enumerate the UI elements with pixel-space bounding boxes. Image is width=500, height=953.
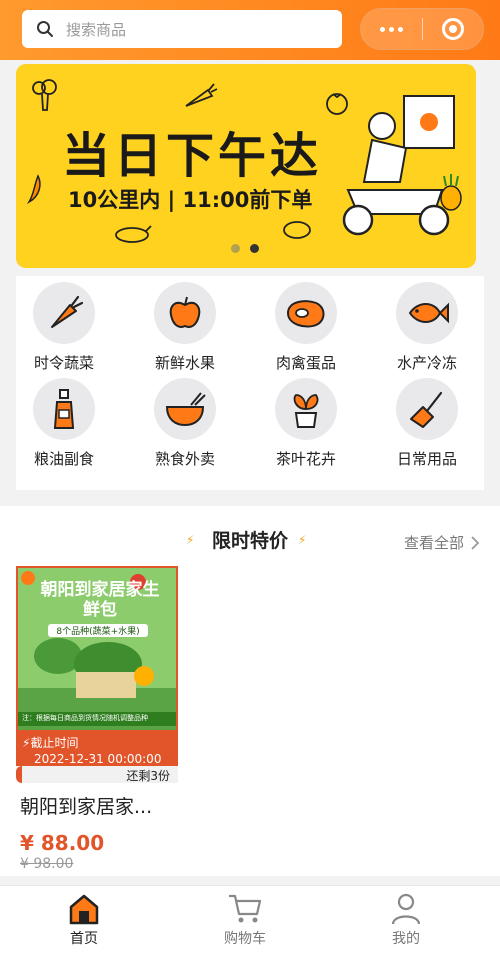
bowl-icon xyxy=(154,378,216,440)
potted-plant-icon xyxy=(275,378,337,440)
category-item-fruits[interactable]: 新鲜水果 xyxy=(130,282,240,382)
product-name[interactable]: 朝阳到家居家... xyxy=(20,792,152,819)
category-label: 茶叶花卉 xyxy=(275,450,336,468)
fish-icon xyxy=(396,282,458,344)
more-dots-icon xyxy=(379,26,403,32)
category-item-seafood-frozen[interactable]: 水产冷冻 xyxy=(372,282,482,382)
category-item-daily-goods[interactable]: 日常用品 xyxy=(372,378,482,478)
apple-icon xyxy=(154,282,216,344)
deadline-box: ⚡截止时间 2022-12-31 00:00:00 xyxy=(16,732,178,766)
chili-doodle-icon xyxy=(26,174,41,204)
category-label: 日常用品 xyxy=(396,450,457,468)
pager-dot-active[interactable] xyxy=(250,244,259,253)
tab-home[interactable]: 首页 xyxy=(44,892,124,948)
promo-banner[interactable]: 当日下午达 10公里内 | 11:00前下单 xyxy=(16,64,476,268)
oil-bottle-icon xyxy=(33,378,95,440)
more-menu-button[interactable] xyxy=(361,9,422,49)
category-item-tea-flowers[interactable]: 茶叶花卉 xyxy=(251,378,361,478)
category-item-grain-oil[interactable]: 粮油副食 xyxy=(9,378,119,478)
banner-headline: 当日下午达 xyxy=(62,128,323,184)
product-image: 朝阳到家居家生鲜包 8个品种(蔬菜+水果) 注：根据每日商品到货情况随机调整品种 xyxy=(16,566,178,732)
deadline-label: 截止时间 xyxy=(30,736,79,750)
broccoli-icon xyxy=(32,79,57,111)
category-label: 时令蔬菜 xyxy=(33,354,94,372)
product-original-price: ¥ 98.00 xyxy=(20,856,74,872)
pager-dot[interactable] xyxy=(231,244,240,253)
target-circle-icon xyxy=(441,18,464,40)
stock-indicator: 还剩3份 xyxy=(16,766,178,783)
product-image-subtitle: 8个品种(蔬菜+水果) xyxy=(48,624,148,637)
tab-label: 首页 xyxy=(70,931,98,947)
category-label: 水产冷冻 xyxy=(396,354,457,372)
bottom-tab-bar: 首页 购物车 我的 xyxy=(0,885,500,953)
product-card[interactable]: 朝阳到家居家生鲜包 8个品种(蔬菜+水果) 注：根据每日商品到货情况随机调整品种… xyxy=(16,566,178,783)
tab-cart[interactable]: 购物车 xyxy=(205,892,285,948)
lightning-icon: ⚡ xyxy=(298,533,307,547)
close-miniprogram-button[interactable] xyxy=(423,9,484,49)
tab-label: 购物车 xyxy=(224,931,266,947)
category-label: 肉禽蛋品 xyxy=(275,354,336,372)
product-price: ¥ 88.00 xyxy=(20,831,105,855)
eggplant-doodle-icon xyxy=(115,225,152,243)
tab-profile[interactable]: 我的 xyxy=(366,892,446,948)
category-label: 熟食外卖 xyxy=(154,450,215,468)
broom-icon xyxy=(396,378,458,440)
search-input[interactable]: 搜索商品 xyxy=(22,10,342,48)
search-placeholder: 搜索商品 xyxy=(66,20,127,39)
user-icon xyxy=(391,893,421,925)
search-icon xyxy=(37,21,53,37)
category-item-meat-eggs[interactable]: 肉禽蛋品 xyxy=(251,282,361,382)
home-icon xyxy=(69,894,99,925)
view-all-label: 查看全部 xyxy=(403,534,464,552)
view-all-link[interactable]: 查看全部 xyxy=(404,532,480,553)
potato-doodle-icon xyxy=(283,221,311,239)
cart-icon xyxy=(229,894,262,923)
miniprogram-capsule xyxy=(360,8,484,50)
category-label: 新鲜水果 xyxy=(154,354,215,372)
category-item-deli-takeout[interactable]: 熟食外卖 xyxy=(130,378,240,478)
chevron-right-icon xyxy=(471,535,480,550)
carrot-doodle-icon xyxy=(185,83,218,107)
stock-remaining: 还剩3份 xyxy=(126,769,170,783)
banner-pager xyxy=(231,244,259,253)
meat-icon xyxy=(275,282,337,344)
category-grid: 时令蔬菜 新鲜水果 肉禽蛋品 水产冷冻 粮油副食 熟食外卖 茶叶花卉 日常用品 xyxy=(16,276,484,490)
carrot-icon xyxy=(33,282,95,344)
stock-progress-bar xyxy=(16,766,22,783)
header-bar: 搜索商品 xyxy=(0,0,500,60)
banner-subline: 10公里内 | 11:00前下单 xyxy=(68,188,313,212)
category-label: 粮油副食 xyxy=(33,450,94,468)
delivery-scooter-illustration xyxy=(342,95,455,236)
category-item-vegetables[interactable]: 时令蔬菜 xyxy=(9,282,119,382)
deadline-time: 2022-12-31 00:00:00 xyxy=(34,752,162,766)
tab-label: 我的 xyxy=(392,931,420,947)
flash-sale-section: ⚡ 限时特价 ⚡ 查看全部 朝阳到家居家生鲜包 8个品种(蔬菜+水果) 注：根据… xyxy=(0,506,500,876)
product-image-note: 注：根据每日商品到货情况随机调整品种 xyxy=(22,714,148,722)
product-image-title: 朝阳到家居家生鲜包 xyxy=(40,580,160,620)
